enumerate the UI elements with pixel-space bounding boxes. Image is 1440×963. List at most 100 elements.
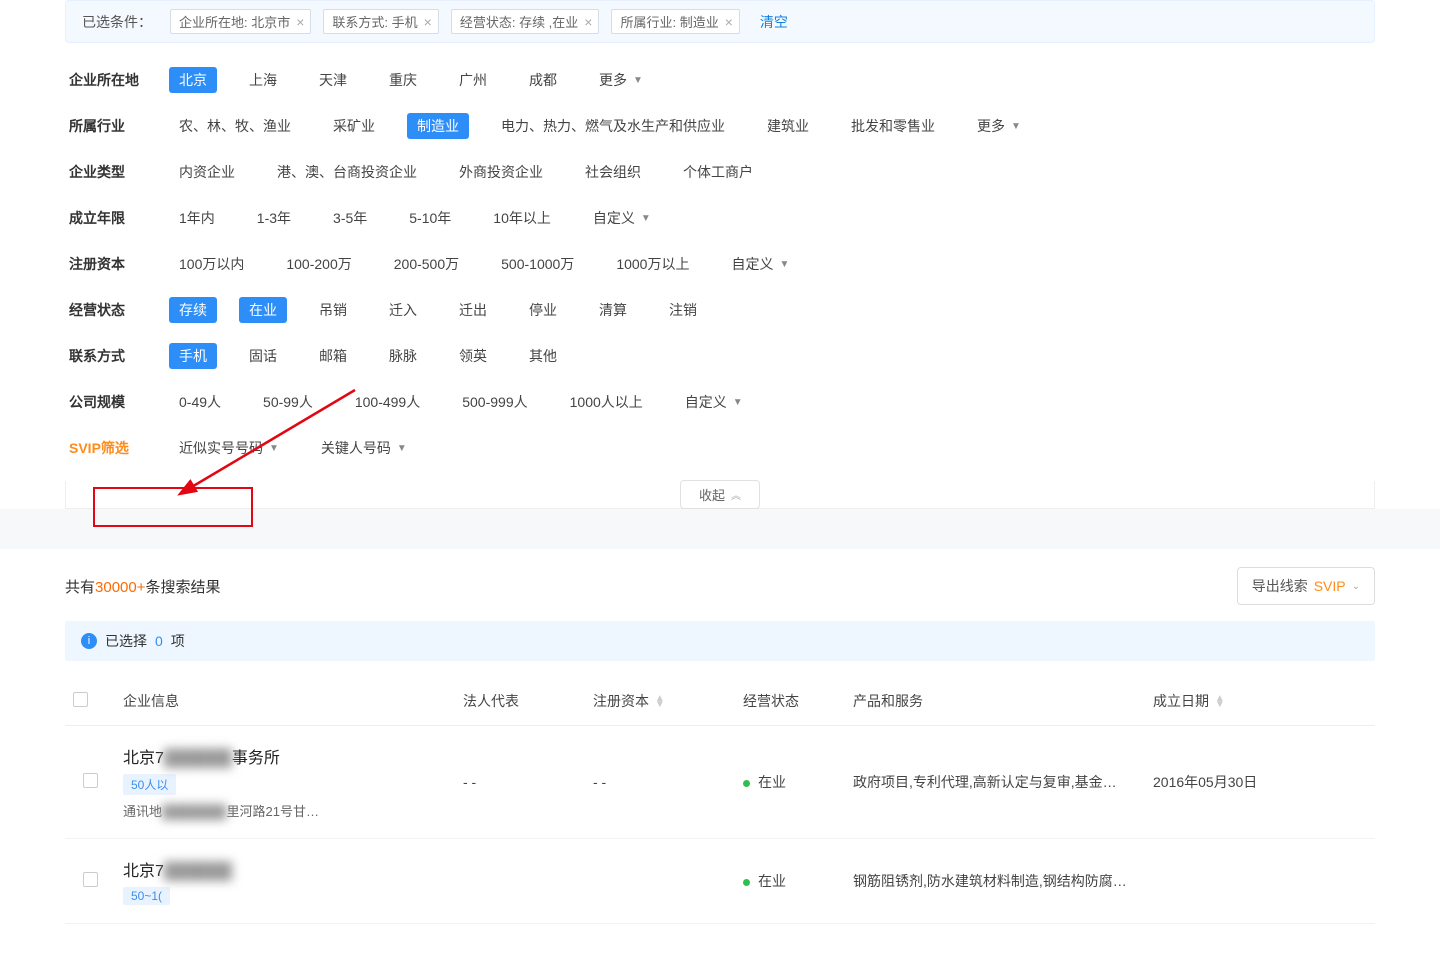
filter-option[interactable]: 建筑业 bbox=[757, 113, 819, 139]
col-capital[interactable]: 注册资本 ▲▼ bbox=[585, 677, 735, 726]
filter-option[interactable]: 3-5年 bbox=[323, 205, 377, 231]
filter-option[interactable]: 采矿业 bbox=[323, 113, 385, 139]
clear-filters-link[interactable]: 清空 bbox=[760, 12, 788, 32]
filter-option[interactable]: 5-10年 bbox=[399, 205, 461, 231]
filter-option[interactable]: 500-1000万 bbox=[491, 251, 584, 277]
selected-tag: 企业所在地: 北京市 × bbox=[170, 9, 311, 34]
results-count: 共有30000+条搜索结果 bbox=[65, 576, 221, 597]
chevron-down-icon: ▼ bbox=[633, 75, 643, 86]
results-header: 共有30000+条搜索结果 导出线索SVIP ⌄ bbox=[65, 549, 1375, 621]
col-product: 产品和服务 bbox=[845, 677, 1145, 726]
filter-option[interactable]: 社会组织 bbox=[575, 159, 651, 185]
filter-option[interactable]: 自定义▼ bbox=[583, 205, 661, 231]
filter-row: SVIP筛选近似实号号码▼关键人号码▼ bbox=[69, 425, 1371, 471]
filter-option[interactable]: 个体工商户 bbox=[673, 159, 763, 185]
filter-option[interactable]: 存续 bbox=[169, 297, 217, 323]
close-icon[interactable]: × bbox=[584, 14, 592, 30]
filter-option[interactable]: 在业 bbox=[239, 297, 287, 323]
filter-option[interactable]: 迁出 bbox=[449, 297, 497, 323]
company-size-badge: 50~1( bbox=[123, 887, 170, 905]
filter-option[interactable]: 1000万以上 bbox=[606, 251, 699, 277]
row-checkbox[interactable] bbox=[83, 773, 98, 788]
filter-option[interactable]: 50-99人 bbox=[253, 389, 323, 415]
filter-option[interactable]: 100-200万 bbox=[276, 251, 361, 277]
select-all-checkbox[interactable] bbox=[73, 692, 88, 707]
filter-option[interactable]: 邮箱 bbox=[309, 343, 357, 369]
filter-option[interactable]: 内资企业 bbox=[169, 159, 245, 185]
filter-option[interactable]: 近似实号号码▼ bbox=[169, 435, 289, 461]
filter-option[interactable]: 500-999人 bbox=[452, 389, 537, 415]
chevron-down-icon: ▼ bbox=[269, 443, 279, 454]
filter-option[interactable]: 迁入 bbox=[379, 297, 427, 323]
collapse-button[interactable]: 收起 ︽ bbox=[680, 480, 760, 509]
filter-option[interactable]: 清算 bbox=[589, 297, 637, 323]
filter-option[interactable]: 停业 bbox=[519, 297, 567, 323]
filter-option[interactable]: 脉脉 bbox=[379, 343, 427, 369]
company-address: 通讯地███████里河路21号甘… bbox=[123, 801, 447, 820]
info-icon: i bbox=[81, 633, 97, 649]
legal-rep-cell bbox=[455, 839, 585, 924]
filter-option[interactable]: 重庆 bbox=[379, 67, 427, 93]
filter-option[interactable]: 100-499人 bbox=[345, 389, 430, 415]
filter-option[interactable]: 农、林、牧、渔业 bbox=[169, 113, 301, 139]
filter-option[interactable]: 批发和零售业 bbox=[841, 113, 945, 139]
status-cell: 在业 bbox=[735, 726, 845, 839]
filter-option[interactable]: 1-3年 bbox=[247, 205, 301, 231]
filter-option[interactable]: 其他 bbox=[519, 343, 567, 369]
company-name[interactable]: 北京7██████ bbox=[123, 857, 447, 881]
filter-panel: 企业所在地北京上海天津重庆广州成都更多▼所属行业农、林、牧、渔业采矿业制造业电力… bbox=[65, 57, 1375, 475]
filter-option[interactable]: 制造业 bbox=[407, 113, 469, 139]
filter-option[interactable]: 成都 bbox=[519, 67, 567, 93]
sort-icon[interactable]: ▲▼ bbox=[1215, 696, 1225, 708]
row-checkbox[interactable] bbox=[83, 872, 98, 887]
close-icon[interactable]: × bbox=[725, 14, 733, 30]
filter-row: 公司规模0-49人50-99人100-499人500-999人1000人以上自定… bbox=[69, 379, 1371, 425]
filter-row: 联系方式手机固话邮箱脉脉领英其他 bbox=[69, 333, 1371, 379]
filter-option[interactable]: 外商投资企业 bbox=[449, 159, 553, 185]
product-cell: 钢筋阻锈剂,防水建筑材料制造,钢结构防腐… bbox=[845, 839, 1145, 924]
filter-option[interactable]: 1000人以上 bbox=[560, 389, 653, 415]
sort-icon[interactable]: ▲▼ bbox=[655, 696, 665, 708]
filter-option[interactable]: 0-49人 bbox=[169, 389, 231, 415]
filter-label: 企业类型 bbox=[69, 162, 169, 182]
filter-label: 企业所在地 bbox=[69, 70, 169, 90]
filter-option[interactable]: 10年以上 bbox=[483, 205, 561, 231]
filter-option[interactable]: 1年内 bbox=[169, 205, 225, 231]
filter-option[interactable]: 自定义▼ bbox=[675, 389, 753, 415]
filter-label: 注册资本 bbox=[69, 254, 169, 274]
filter-option[interactable]: 100万以内 bbox=[169, 251, 254, 277]
status-dot-icon bbox=[743, 879, 750, 886]
col-date[interactable]: 成立日期 ▲▼ bbox=[1145, 677, 1375, 726]
filter-option[interactable]: 天津 bbox=[309, 67, 357, 93]
table-row: 北京7██████事务所50人以通讯地███████里河路21号甘…- -- -… bbox=[65, 726, 1375, 839]
filter-row: 成立年限1年内1-3年3-5年5-10年10年以上自定义▼ bbox=[69, 195, 1371, 241]
close-icon[interactable]: × bbox=[296, 14, 304, 30]
col-status: 经营状态 bbox=[735, 677, 845, 726]
product-cell: 政府项目,专利代理,高新认定与复审,基金… bbox=[845, 726, 1145, 839]
filter-option[interactable]: 自定义▼ bbox=[721, 251, 799, 277]
capital-cell bbox=[585, 839, 735, 924]
filter-option[interactable]: 吊销 bbox=[309, 297, 357, 323]
collapse-bar: 收起 ︽ bbox=[65, 481, 1375, 509]
filter-label: 联系方式 bbox=[69, 346, 169, 366]
date-cell bbox=[1145, 839, 1375, 924]
filter-option[interactable]: 上海 bbox=[239, 67, 287, 93]
filter-option[interactable]: 更多▼ bbox=[967, 113, 1031, 139]
filter-option[interactable]: 关键人号码▼ bbox=[311, 435, 417, 461]
filter-option[interactable]: 固话 bbox=[239, 343, 287, 369]
filter-option[interactable]: 广州 bbox=[449, 67, 497, 93]
filter-option[interactable]: 200-500万 bbox=[384, 251, 469, 277]
filter-option[interactable]: 港、澳、台商投资企业 bbox=[267, 159, 427, 185]
filter-option[interactable]: 北京 bbox=[169, 67, 217, 93]
filter-option[interactable]: 领英 bbox=[449, 343, 497, 369]
close-icon[interactable]: × bbox=[424, 14, 432, 30]
filter-option[interactable]: 手机 bbox=[169, 343, 217, 369]
company-name[interactable]: 北京7██████事务所 bbox=[123, 744, 447, 768]
table-row: 北京7██████50~1(在业钢筋阻锈剂,防水建筑材料制造,钢结构防腐… bbox=[65, 839, 1375, 924]
filter-option[interactable]: 注销 bbox=[659, 297, 707, 323]
export-button[interactable]: 导出线索SVIP ⌄ bbox=[1237, 567, 1375, 605]
filter-row: 注册资本100万以内 100-200万 200-500万 500-1000万 1000万… bbox=[69, 241, 1371, 287]
chevron-down-icon: ▼ bbox=[641, 213, 651, 224]
filter-option[interactable]: 更多▼ bbox=[589, 67, 653, 93]
filter-option[interactable]: 电力、热力、燃气及水生产和供应业 bbox=[491, 113, 735, 139]
